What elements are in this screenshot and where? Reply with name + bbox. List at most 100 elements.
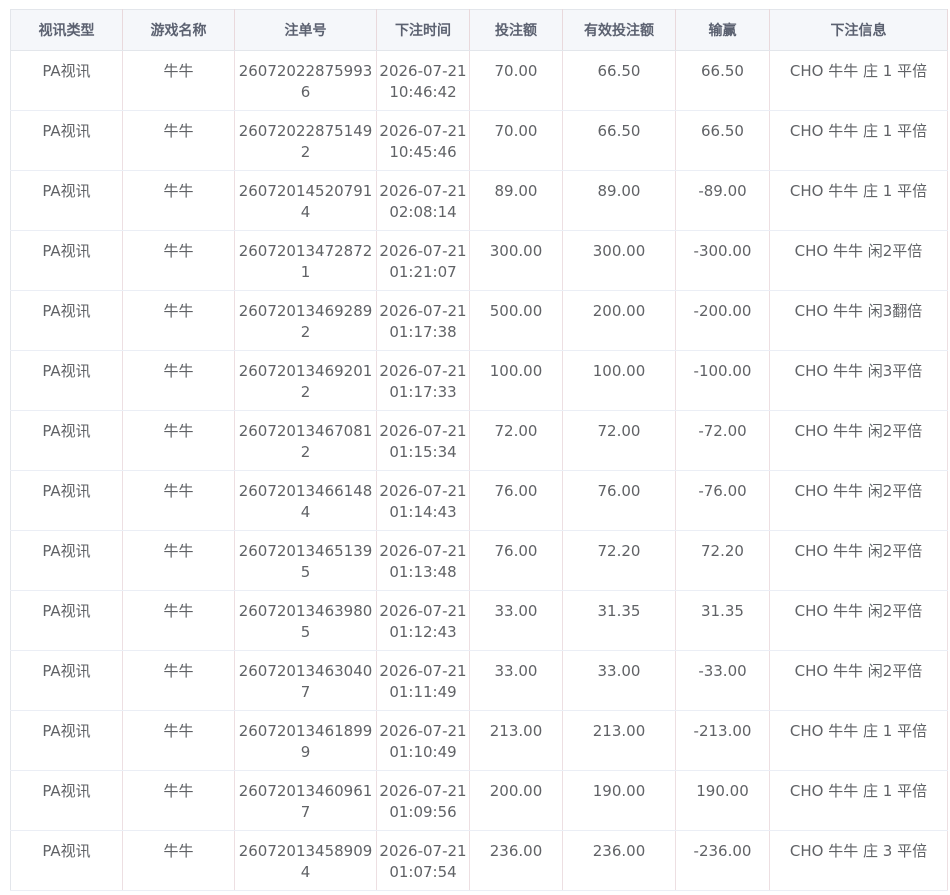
- order-number-cell: 260720134630407: [234, 650, 377, 711]
- table-row[interactable]: PA视讯 牛牛 260720134661484 2026-07-21 01:14:43…: [10, 470, 948, 531]
- bet-records-table-container: 视讯类型 游戏名称 注单号 下注时间 投注额 有效投注额 输赢 下注信息 PA视…: [10, 9, 948, 891]
- column-header-bet-info[interactable]: 下注信息: [769, 9, 948, 51]
- game-name-cell: 牛牛: [122, 710, 235, 771]
- win-loss-cell-text: 31.35: [701, 602, 744, 620]
- table-row[interactable]: PA视讯 牛牛 260720134651395 2026-07-21 01:13:48…: [10, 530, 948, 591]
- video-type-cell-text: PA视讯: [42, 602, 91, 620]
- bet-amount-cell-text: 70.00: [494, 122, 538, 140]
- win-loss-cell: -89.00: [675, 170, 770, 231]
- bet-info-cell: CHO 牛牛 庄 1 平倍: [769, 50, 948, 111]
- valid-bet-cell: 33.00: [562, 650, 676, 711]
- table-row[interactable]: PA视讯 牛牛 260720134639805 2026-07-21 01:12:43…: [10, 590, 948, 651]
- bet-amount-cell-text: 236.00: [489, 842, 543, 860]
- valid-bet-cell-text: 76.00: [597, 482, 641, 500]
- video-type-cell-text: PA视讯: [42, 62, 91, 80]
- video-type-cell-text: PA视讯: [42, 362, 91, 380]
- table-row[interactable]: PA视讯 牛牛 260720134609617 2026-07-21 01:09:56…: [10, 770, 948, 831]
- table-row[interactable]: PA视讯 牛牛 260720134618999 2026-07-21 01:10:49…: [10, 710, 948, 771]
- bet-time-cell: 2026-07-21 01:15:34: [376, 410, 470, 471]
- valid-bet-cell-text: 89.00: [597, 182, 641, 200]
- valid-bet-cell: 72.20: [562, 530, 676, 591]
- table-row[interactable]: PA视讯 牛牛 260720228759936 2026-07-21 10:46:42…: [10, 50, 948, 111]
- valid-bet-cell: 213.00: [562, 710, 676, 771]
- bet-time-cell-text: 2026-07-21 01:13:48: [379, 542, 467, 581]
- win-loss-cell: -236.00: [675, 830, 770, 891]
- game-name-cell: 牛牛: [122, 650, 235, 711]
- table-row[interactable]: PA视讯 牛牛 260720134692892 2026-07-21 01:17:38…: [10, 290, 948, 351]
- bet-info-cell-text: CHO 牛牛 闲2平倍: [794, 422, 923, 440]
- column-header-bet-amount[interactable]: 投注额: [469, 9, 563, 51]
- table-row[interactable]: PA视讯 牛牛 260720228751492 2026-07-21 10:45:46…: [10, 110, 948, 171]
- bet-amount-cell-text: 500.00: [489, 302, 543, 320]
- bet-amount-cell-text: 300.00: [489, 242, 543, 260]
- table-row[interactable]: PA视讯 牛牛 260720134728721 2026-07-21 01:21:07…: [10, 230, 948, 291]
- column-header-win-loss[interactable]: 输赢: [675, 9, 770, 51]
- bet-amount-cell-text: 76.00: [494, 482, 538, 500]
- win-loss-cell-text: -76.00: [698, 482, 747, 500]
- win-loss-cell-text: -213.00: [693, 722, 752, 740]
- valid-bet-cell-text: 236.00: [592, 842, 646, 860]
- column-header-bet-time[interactable]: 下注时间: [376, 9, 470, 51]
- order-number-cell: 260720134661484: [234, 470, 377, 531]
- order-number-cell-text: 260720134651395: [238, 542, 373, 581]
- valid-bet-cell: 190.00: [562, 770, 676, 831]
- valid-bet-cell-text: 213.00: [592, 722, 646, 740]
- table-row[interactable]: PA视讯 牛牛 260720134670812 2026-07-21 01:15:34…: [10, 410, 948, 471]
- game-name-cell: 牛牛: [122, 470, 235, 531]
- bet-info-cell: CHO 牛牛 闲2平倍: [769, 230, 948, 291]
- order-number-cell: 260720228759936: [234, 50, 377, 111]
- win-loss-cell-text: 72.20: [701, 542, 744, 560]
- column-header-order-number[interactable]: 注单号: [234, 9, 377, 51]
- table-row[interactable]: PA视讯 牛牛 260720145207914 2026-07-21 02:08:14…: [10, 170, 948, 231]
- order-number-cell-text: 260720145207914: [238, 182, 373, 221]
- valid-bet-cell: 300.00: [562, 230, 676, 291]
- table-row[interactable]: PA视讯 牛牛 260720134630407 2026-07-21 01:11:49…: [10, 650, 948, 711]
- bet-amount-cell: 76.00: [469, 530, 563, 591]
- win-loss-cell: 190.00: [675, 770, 770, 831]
- game-name-cell: 牛牛: [122, 230, 235, 291]
- win-loss-cell-text: 66.50: [701, 122, 744, 140]
- video-type-cell-text: PA视讯: [42, 482, 91, 500]
- game-name-cell-text: 牛牛: [163, 722, 194, 740]
- valid-bet-cell-text: 66.50: [597, 62, 641, 80]
- column-header-game-name[interactable]: 游戏名称: [122, 9, 235, 51]
- win-loss-cell: -213.00: [675, 710, 770, 771]
- bet-info-cell-text: CHO 牛牛 庄 1 平倍: [789, 782, 928, 800]
- table-row[interactable]: PA视讯 牛牛 260720134692012 2026-07-21 01:17:33…: [10, 350, 948, 411]
- column-header-video-type[interactable]: 视讯类型: [10, 9, 123, 51]
- valid-bet-cell: 89.00: [562, 170, 676, 231]
- bet-amount-cell: 213.00: [469, 710, 563, 771]
- valid-bet-cell: 66.50: [562, 110, 676, 171]
- bet-amount-cell-text: 100.00: [489, 362, 543, 380]
- order-number-cell-text: 260720134692892: [238, 302, 373, 341]
- order-number-cell-text: 260720134661484: [238, 482, 373, 521]
- bet-time-cell: 2026-07-21 01:10:49: [376, 710, 470, 771]
- valid-bet-cell: 66.50: [562, 50, 676, 111]
- win-loss-cell: 72.20: [675, 530, 770, 591]
- bet-info-cell-text: CHO 牛牛 闲3平倍: [794, 362, 923, 380]
- game-name-cell-text: 牛牛: [163, 662, 194, 680]
- table-body: PA视讯 牛牛 260720228759936 2026-07-21 10:46:42…: [10, 50, 948, 891]
- bet-time-cell: 2026-07-21 01:12:43: [376, 590, 470, 651]
- bet-info-cell: CHO 牛牛 闲2平倍: [769, 410, 948, 471]
- bet-amount-cell: 100.00: [469, 350, 563, 411]
- bet-amount-cell: 500.00: [469, 290, 563, 351]
- bet-info-cell-text: CHO 牛牛 庄 1 平倍: [789, 722, 928, 740]
- game-name-cell: 牛牛: [122, 110, 235, 171]
- bet-info-cell-text: CHO 牛牛 闲2平倍: [794, 482, 923, 500]
- game-name-cell: 牛牛: [122, 50, 235, 111]
- video-type-cell: PA视讯: [10, 290, 123, 351]
- valid-bet-cell-text: 200.00: [592, 302, 646, 320]
- table-row[interactable]: PA视讯 牛牛 260720134589094 2026-07-21 01:07:54…: [10, 830, 948, 891]
- column-header-valid-bet[interactable]: 有效投注额: [562, 9, 676, 51]
- video-type-cell-text: PA视讯: [42, 782, 91, 800]
- bet-amount-cell: 236.00: [469, 830, 563, 891]
- order-number-cell: 260720134639805: [234, 590, 377, 651]
- bet-info-cell-text: CHO 牛牛 庄 1 平倍: [789, 182, 928, 200]
- bet-amount-cell-text: 70.00: [494, 62, 538, 80]
- game-name-cell: 牛牛: [122, 350, 235, 411]
- video-type-cell: PA视讯: [10, 650, 123, 711]
- valid-bet-cell: 76.00: [562, 470, 676, 531]
- bet-time-cell: 2026-07-21 01:09:56: [376, 770, 470, 831]
- valid-bet-cell-text: 31.35: [597, 602, 641, 620]
